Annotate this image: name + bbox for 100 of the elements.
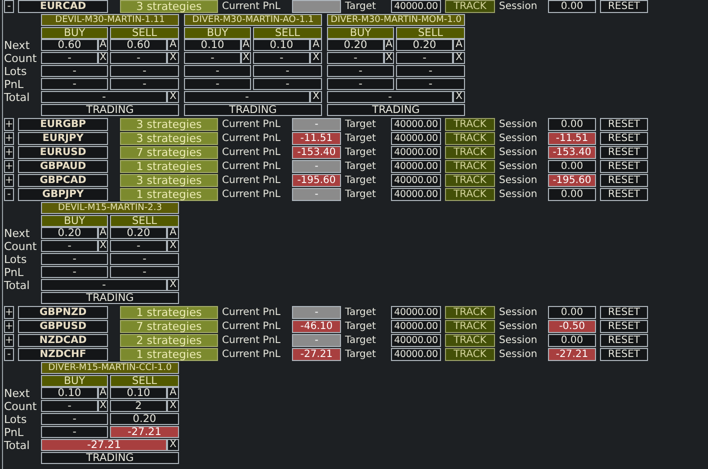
reset-button[interactable]: RESET: [600, 146, 648, 159]
auto-button[interactable]: A: [310, 39, 322, 51]
session-label: Session: [499, 148, 538, 158]
auto-button[interactable]: A: [98, 387, 108, 399]
auto-button[interactable]: A: [453, 39, 465, 51]
target-field[interactable]: 40000.00: [391, 132, 441, 145]
close-button[interactable]: X: [310, 52, 322, 64]
target-field[interactable]: 40000.00: [391, 118, 441, 131]
expand-toggle[interactable]: -: [4, 348, 14, 361]
reset-button[interactable]: RESET: [600, 118, 648, 131]
session-value: -27.21: [548, 348, 596, 361]
auto-button[interactable]: A: [167, 387, 179, 399]
track-button[interactable]: TRACK: [445, 0, 495, 13]
next-lot-field[interactable]: 0.20: [41, 227, 98, 239]
expand-toggle[interactable]: +: [4, 174, 14, 187]
track-button[interactable]: TRACK: [445, 306, 495, 319]
close-button[interactable]: X: [98, 52, 108, 64]
auto-button[interactable]: A: [384, 39, 394, 51]
track-button[interactable]: TRACK: [445, 146, 495, 159]
next-lot-field[interactable]: 0.60: [110, 39, 167, 51]
auto-button[interactable]: A: [98, 39, 108, 51]
track-button[interactable]: TRACK: [445, 348, 495, 361]
expand-toggle[interactable]: +: [4, 146, 14, 159]
close-button[interactable]: X: [167, 91, 179, 103]
close-button[interactable]: X: [167, 439, 179, 451]
pnl-label: Current PnL: [222, 134, 282, 144]
row-label: PnL: [4, 266, 25, 278]
reset-button[interactable]: RESET: [600, 0, 648, 13]
session-value: -0.50: [548, 320, 596, 333]
target-field[interactable]: 40000.00: [391, 348, 441, 361]
expand-toggle[interactable]: -: [4, 188, 14, 201]
target-label: Target: [345, 162, 377, 172]
close-button[interactable]: X: [167, 400, 179, 412]
track-button[interactable]: TRACK: [445, 118, 495, 131]
next-lot-field[interactable]: 0.20: [110, 227, 167, 239]
auto-button[interactable]: A: [98, 227, 108, 239]
reset-button[interactable]: RESET: [600, 160, 648, 173]
target-label: Target: [345, 308, 377, 318]
next-lot-field[interactable]: 0.60: [41, 39, 98, 51]
reset-button[interactable]: RESET: [600, 334, 648, 347]
reset-button[interactable]: RESET: [600, 132, 648, 145]
close-button[interactable]: X: [98, 400, 108, 412]
auto-button[interactable]: A: [167, 227, 179, 239]
target-field[interactable]: 40000.00: [391, 160, 441, 173]
track-button[interactable]: TRACK: [445, 188, 495, 201]
track-button[interactable]: TRACK: [445, 174, 495, 187]
next-lot-field[interactable]: 0.10: [253, 39, 310, 51]
close-button[interactable]: X: [453, 91, 465, 103]
close-button[interactable]: X: [453, 52, 465, 64]
auto-button[interactable]: A: [167, 39, 179, 51]
next-lot-field[interactable]: 0.10: [41, 387, 98, 399]
close-button[interactable]: X: [167, 52, 179, 64]
count-value: -: [327, 52, 384, 64]
pnl-value: -: [110, 78, 179, 90]
expand-toggle[interactable]: -: [4, 0, 14, 13]
close-button[interactable]: X: [98, 240, 108, 252]
status-label: TRADING: [41, 452, 179, 464]
pnl-value: -153.40: [292, 146, 341, 159]
session-label: Session: [499, 162, 538, 172]
expand-toggle[interactable]: +: [4, 306, 14, 319]
next-lot-field[interactable]: 0.20: [327, 39, 384, 51]
close-button[interactable]: X: [384, 52, 394, 64]
count-value: -: [41, 400, 98, 412]
track-button[interactable]: TRACK: [445, 132, 495, 145]
expand-toggle[interactable]: +: [4, 132, 14, 145]
target-field[interactable]: 40000.00: [391, 334, 441, 347]
reset-button[interactable]: RESET: [600, 348, 648, 361]
target-field[interactable]: 40000.00: [391, 174, 441, 187]
expand-toggle[interactable]: +: [4, 118, 14, 131]
expand-toggle[interactable]: +: [4, 160, 14, 173]
side-header: SELL: [253, 27, 322, 39]
track-button[interactable]: TRACK: [445, 334, 495, 347]
target-field[interactable]: 40000.00: [391, 306, 441, 319]
target-field[interactable]: 40000.00: [391, 188, 441, 201]
close-button[interactable]: X: [167, 279, 179, 291]
target-field[interactable]: 40000.00: [391, 320, 441, 333]
reset-button[interactable]: RESET: [600, 306, 648, 319]
close-button[interactable]: X: [241, 52, 251, 64]
pnl-label: Current PnL: [222, 162, 282, 172]
reset-button[interactable]: RESET: [600, 320, 648, 333]
next-lot-field[interactable]: 0.10: [110, 387, 167, 399]
reset-button[interactable]: RESET: [600, 174, 648, 187]
session-value: 0.00: [548, 188, 596, 201]
session-label: Session: [499, 190, 538, 200]
pnl-value: -27.21: [292, 348, 341, 361]
next-lot-field[interactable]: 0.10: [184, 39, 241, 51]
auto-button[interactable]: A: [241, 39, 251, 51]
track-button[interactable]: TRACK: [445, 160, 495, 173]
target-field[interactable]: 40000.00: [391, 0, 441, 13]
target-field[interactable]: 40000.00: [391, 146, 441, 159]
expand-toggle[interactable]: +: [4, 320, 14, 333]
track-button[interactable]: TRACK: [445, 320, 495, 333]
expand-toggle[interactable]: +: [4, 334, 14, 347]
session-value: 0.00: [548, 334, 596, 347]
reset-button[interactable]: RESET: [600, 188, 648, 201]
session-value: 0.00: [548, 306, 596, 319]
close-button[interactable]: X: [167, 240, 179, 252]
next-lot-field[interactable]: 0.20: [396, 39, 453, 51]
close-button[interactable]: X: [310, 91, 322, 103]
total-value: -: [41, 279, 167, 291]
